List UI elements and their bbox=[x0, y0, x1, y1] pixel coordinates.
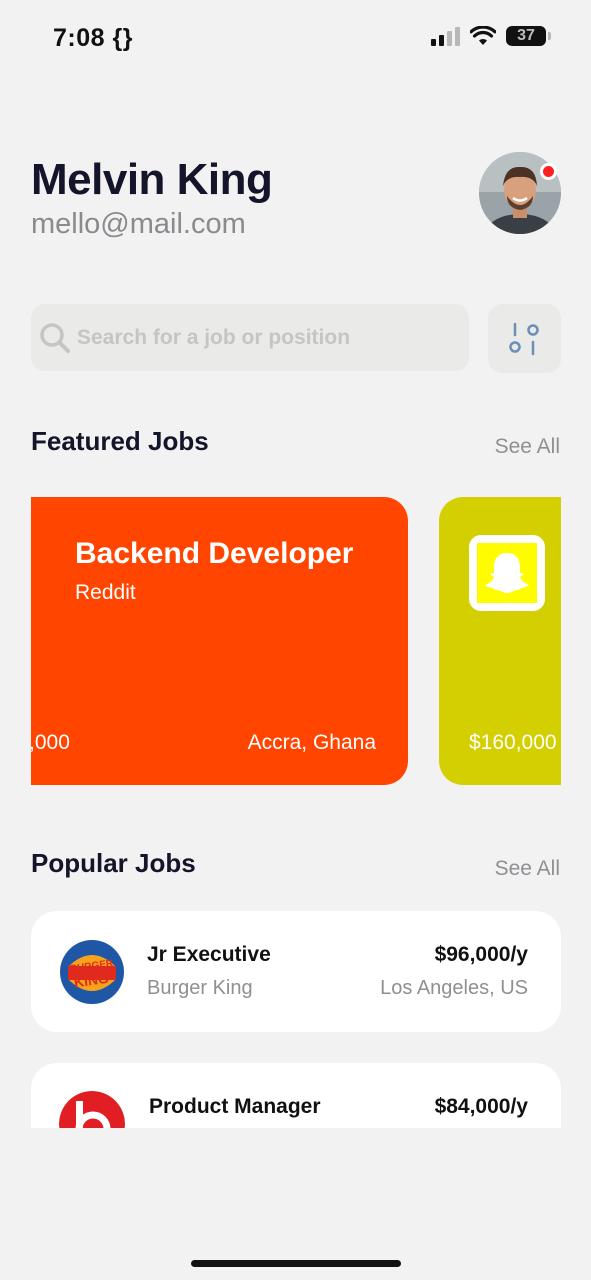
profile-email: mello@mail.com bbox=[31, 208, 246, 240]
beats-logo-icon bbox=[59, 1091, 125, 1128]
featured-job-location: Accra, Ghana bbox=[247, 731, 376, 754]
popular-jobs-title: Popular Jobs bbox=[31, 848, 196, 878]
popular-job-salary: $96,000/y bbox=[434, 943, 528, 966]
search-icon bbox=[40, 322, 70, 353]
popular-job-card[interactable]: BURGER KING Jr Executive Burger King $96… bbox=[31, 911, 561, 1032]
popular-job-salary: $84,000/y bbox=[434, 1095, 528, 1118]
featured-job-company: Reddit bbox=[75, 581, 136, 604]
notification-dot bbox=[540, 163, 557, 180]
featured-see-all-link[interactable]: See All bbox=[495, 435, 560, 459]
featured-job-card[interactable]: $160,000 bbox=[439, 497, 561, 785]
featured-job-salary: $160,000 bbox=[469, 731, 557, 754]
filter-sliders-icon bbox=[508, 322, 539, 355]
popular-job-title: Product Manager bbox=[149, 1095, 321, 1118]
featured-jobs-carousel[interactable]: Backend Developer Reddit ,000 Accra, Gha… bbox=[31, 497, 561, 786]
popular-jobs-list[interactable]: BURGER KING Jr Executive Burger King $96… bbox=[31, 911, 561, 1128]
filter-button[interactable] bbox=[488, 304, 561, 373]
popular-job-company: Burger King bbox=[147, 977, 253, 999]
search-bar[interactable] bbox=[31, 304, 469, 371]
status-icons: 37 bbox=[431, 26, 551, 46]
cellular-signal-icon bbox=[431, 26, 460, 46]
battery-icon: 37 bbox=[506, 26, 546, 46]
profile-name: Melvin King bbox=[31, 155, 273, 204]
popular-job-card[interactable]: Product Manager $84,000/y bbox=[31, 1063, 561, 1128]
search-input[interactable] bbox=[77, 325, 457, 350]
status-time: 7:08 {} bbox=[53, 24, 133, 52]
featured-job-card[interactable]: Backend Developer Reddit ,000 Accra, Gha… bbox=[31, 497, 408, 785]
popular-see-all-link[interactable]: See All bbox=[495, 857, 560, 881]
home-indicator[interactable] bbox=[191, 1260, 401, 1267]
featured-jobs-title: Featured Jobs bbox=[31, 426, 209, 456]
snapchat-logo-icon bbox=[469, 535, 545, 611]
burger-king-logo-icon: BURGER KING bbox=[59, 939, 125, 1005]
status-bar: 7:08 {} 37 bbox=[0, 0, 591, 80]
featured-job-salary: ,000 bbox=[31, 731, 70, 754]
wifi-icon bbox=[470, 26, 496, 45]
featured-job-title: Backend Developer bbox=[75, 537, 354, 570]
popular-job-location: Los Angeles, US bbox=[380, 977, 528, 999]
battery-level: 37 bbox=[517, 27, 535, 44]
popular-job-title: Jr Executive bbox=[147, 943, 271, 966]
